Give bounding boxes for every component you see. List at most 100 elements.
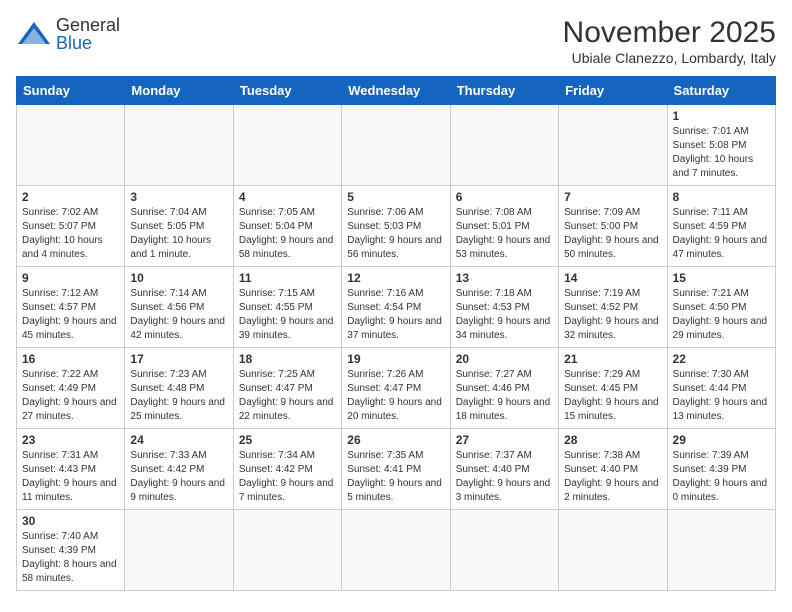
day-number: 23 bbox=[22, 433, 119, 447]
day-number: 9 bbox=[22, 271, 119, 285]
day-info: Sunrise: 7:04 AM Sunset: 5:05 PM Dayligh… bbox=[130, 206, 227, 262]
day-info: Sunrise: 7:35 AM Sunset: 4:41 PM Dayligh… bbox=[347, 449, 444, 505]
day-number: 25 bbox=[239, 433, 336, 447]
calendar-cell: 26 Sunrise: 7:35 AM Sunset: 4:41 PM Dayli… bbox=[342, 429, 450, 510]
logo: General Blue bbox=[16, 16, 120, 52]
calendar-cell bbox=[342, 105, 450, 186]
day-info: Sunrise: 7:34 AM Sunset: 4:42 PM Dayligh… bbox=[239, 449, 336, 505]
day-info: Sunrise: 7:06 AM Sunset: 5:03 PM Dayligh… bbox=[347, 206, 444, 262]
day-info: Sunrise: 7:15 AM Sunset: 4:55 PM Dayligh… bbox=[239, 287, 336, 343]
day-number: 30 bbox=[22, 514, 119, 528]
day-number: 20 bbox=[456, 352, 553, 366]
day-info: Sunrise: 7:14 AM Sunset: 4:56 PM Dayligh… bbox=[130, 287, 227, 343]
calendar-cell: 29 Sunrise: 7:39 AM Sunset: 4:39 PM Dayli… bbox=[667, 429, 775, 510]
day-info: Sunrise: 7:08 AM Sunset: 5:01 PM Dayligh… bbox=[456, 206, 553, 262]
day-number: 3 bbox=[130, 190, 227, 204]
calendar-cell bbox=[450, 105, 558, 186]
weekday-header-saturday: Saturday bbox=[667, 77, 775, 105]
day-number: 19 bbox=[347, 352, 444, 366]
day-info: Sunrise: 7:23 AM Sunset: 4:48 PM Dayligh… bbox=[130, 368, 227, 424]
calendar-cell bbox=[125, 105, 233, 186]
calendar-cell: 21Sunrise: 7:29 AM Sunset: 4:45 PM Dayli… bbox=[559, 348, 667, 429]
day-number: 13 bbox=[456, 271, 553, 285]
calendar-cell: 22Sunrise: 7:30 AM Sunset: 4:44 PM Dayli… bbox=[667, 348, 775, 429]
calendar-cell: 30 Sunrise: 7:40 AM Sunset: 4:39 PM Dayli… bbox=[17, 510, 125, 591]
day-info: Sunrise: 7:39 AM Sunset: 4:39 PM Dayligh… bbox=[673, 449, 770, 505]
calendar-cell bbox=[17, 105, 125, 186]
week-row-4: 16 Sunrise: 7:22 AM Sunset: 4:49 PM Dayli… bbox=[17, 348, 776, 429]
day-info: Sunrise: 7:11 AM Sunset: 4:59 PM Dayligh… bbox=[673, 206, 770, 262]
weekday-header-thursday: Thursday bbox=[450, 77, 558, 105]
day-number: 6 bbox=[456, 190, 553, 204]
day-number: 4 bbox=[239, 190, 336, 204]
day-info: Sunrise: 7:40 AM Sunset: 4:39 PM Dayligh… bbox=[22, 530, 119, 586]
weekday-header-friday: Friday bbox=[559, 77, 667, 105]
calendar-cell bbox=[450, 510, 558, 591]
calendar-cell: 13 Sunrise: 7:18 AM Sunset: 4:53 PM Dayli… bbox=[450, 267, 558, 348]
weekday-header-tuesday: Tuesday bbox=[233, 77, 341, 105]
day-info: Sunrise: 7:19 AM Sunset: 4:52 PM Dayligh… bbox=[564, 287, 661, 343]
calendar-cell: 12 Sunrise: 7:16 AM Sunset: 4:54 PM Dayli… bbox=[342, 267, 450, 348]
day-number: 1 bbox=[673, 109, 770, 123]
weekday-header-sunday: Sunday bbox=[17, 77, 125, 105]
day-number: 18 bbox=[239, 352, 336, 366]
calendar-cell bbox=[125, 510, 233, 591]
week-row-1: 1 Sunrise: 7:01 AM Sunset: 5:08 PM Daylig… bbox=[17, 105, 776, 186]
calendar-cell: 27 Sunrise: 7:37 AM Sunset: 4:40 PM Dayli… bbox=[450, 429, 558, 510]
day-info: Sunrise: 7:31 AM Sunset: 4:43 PM Dayligh… bbox=[22, 449, 119, 505]
calendar-cell: 16 Sunrise: 7:22 AM Sunset: 4:49 PM Dayli… bbox=[17, 348, 125, 429]
day-number: 10 bbox=[130, 271, 227, 285]
calendar-cell: 10 Sunrise: 7:14 AM Sunset: 4:56 PM Dayli… bbox=[125, 267, 233, 348]
day-number: 7 bbox=[564, 190, 661, 204]
day-number: 27 bbox=[456, 433, 553, 447]
calendar-cell: 8 Sunrise: 7:11 AM Sunset: 4:59 PM Daylig… bbox=[667, 186, 775, 267]
calendar-cell: 19Sunrise: 7:26 AM Sunset: 4:47 PM Dayli… bbox=[342, 348, 450, 429]
day-number: 14 bbox=[564, 271, 661, 285]
day-info: Sunrise: 7:30 AM Sunset: 4:44 PM Dayligh… bbox=[673, 368, 770, 424]
calendar-cell: 4 Sunrise: 7:05 AM Sunset: 5:04 PM Daylig… bbox=[233, 186, 341, 267]
logo-text: General Blue bbox=[56, 16, 120, 52]
day-info: Sunrise: 7:01 AM Sunset: 5:08 PM Dayligh… bbox=[673, 125, 770, 181]
day-info: Sunrise: 7:18 AM Sunset: 4:53 PM Dayligh… bbox=[456, 287, 553, 343]
weekday-header-monday: Monday bbox=[125, 77, 233, 105]
day-number: 29 bbox=[673, 433, 770, 447]
logo-icon bbox=[16, 20, 52, 48]
calendar-cell: 7Sunrise: 7:09 AM Sunset: 5:00 PM Daylig… bbox=[559, 186, 667, 267]
day-info: Sunrise: 7:38 AM Sunset: 4:40 PM Dayligh… bbox=[564, 449, 661, 505]
calendar-cell bbox=[342, 510, 450, 591]
calendar-cell: 17 Sunrise: 7:23 AM Sunset: 4:48 PM Dayli… bbox=[125, 348, 233, 429]
calendar-cell bbox=[233, 510, 341, 591]
day-info: Sunrise: 7:21 AM Sunset: 4:50 PM Dayligh… bbox=[673, 287, 770, 343]
day-number: 17 bbox=[130, 352, 227, 366]
calendar-cell: 24Sunrise: 7:33 AM Sunset: 4:42 PM Dayli… bbox=[125, 429, 233, 510]
location-subtitle: Ubiale Clanezzo, Lombardy, Italy bbox=[563, 50, 776, 66]
calendar-cell bbox=[233, 105, 341, 186]
day-number: 11 bbox=[239, 271, 336, 285]
calendar-cell: 9 Sunrise: 7:12 AM Sunset: 4:57 PM Daylig… bbox=[17, 267, 125, 348]
calendar-cell: 15Sunrise: 7:21 AM Sunset: 4:50 PM Dayli… bbox=[667, 267, 775, 348]
day-number: 8 bbox=[673, 190, 770, 204]
day-info: Sunrise: 7:29 AM Sunset: 4:45 PM Dayligh… bbox=[564, 368, 661, 424]
day-info: Sunrise: 7:22 AM Sunset: 4:49 PM Dayligh… bbox=[22, 368, 119, 424]
calendar-cell: 11 Sunrise: 7:15 AM Sunset: 4:55 PM Dayli… bbox=[233, 267, 341, 348]
day-number: 12 bbox=[347, 271, 444, 285]
day-info: Sunrise: 7:33 AM Sunset: 4:42 PM Dayligh… bbox=[130, 449, 227, 505]
month-title: November 2025 bbox=[563, 16, 776, 50]
calendar-cell: 2Sunrise: 7:02 AM Sunset: 5:07 PM Daylig… bbox=[17, 186, 125, 267]
calendar-cell: 28Sunrise: 7:38 AM Sunset: 4:40 PM Dayli… bbox=[559, 429, 667, 510]
calendar-cell bbox=[559, 105, 667, 186]
day-info: Sunrise: 7:16 AM Sunset: 4:54 PM Dayligh… bbox=[347, 287, 444, 343]
calendar-cell: 14 Sunrise: 7:19 AM Sunset: 4:52 PM Dayli… bbox=[559, 267, 667, 348]
calendar-cell bbox=[559, 510, 667, 591]
calendar-cell bbox=[667, 510, 775, 591]
day-info: Sunrise: 7:27 AM Sunset: 4:46 PM Dayligh… bbox=[456, 368, 553, 424]
calendar-cell: 18Sunrise: 7:25 AM Sunset: 4:47 PM Dayli… bbox=[233, 348, 341, 429]
day-number: 26 bbox=[347, 433, 444, 447]
day-info: Sunrise: 7:37 AM Sunset: 4:40 PM Dayligh… bbox=[456, 449, 553, 505]
day-info: Sunrise: 7:05 AM Sunset: 5:04 PM Dayligh… bbox=[239, 206, 336, 262]
day-info: Sunrise: 7:12 AM Sunset: 4:57 PM Dayligh… bbox=[22, 287, 119, 343]
weekday-header-wednesday: Wednesday bbox=[342, 77, 450, 105]
page-header: General Blue November 2025 Ubiale Clanez… bbox=[16, 16, 776, 66]
calendar-cell: 20 Sunrise: 7:27 AM Sunset: 4:46 PM Dayli… bbox=[450, 348, 558, 429]
day-number: 16 bbox=[22, 352, 119, 366]
